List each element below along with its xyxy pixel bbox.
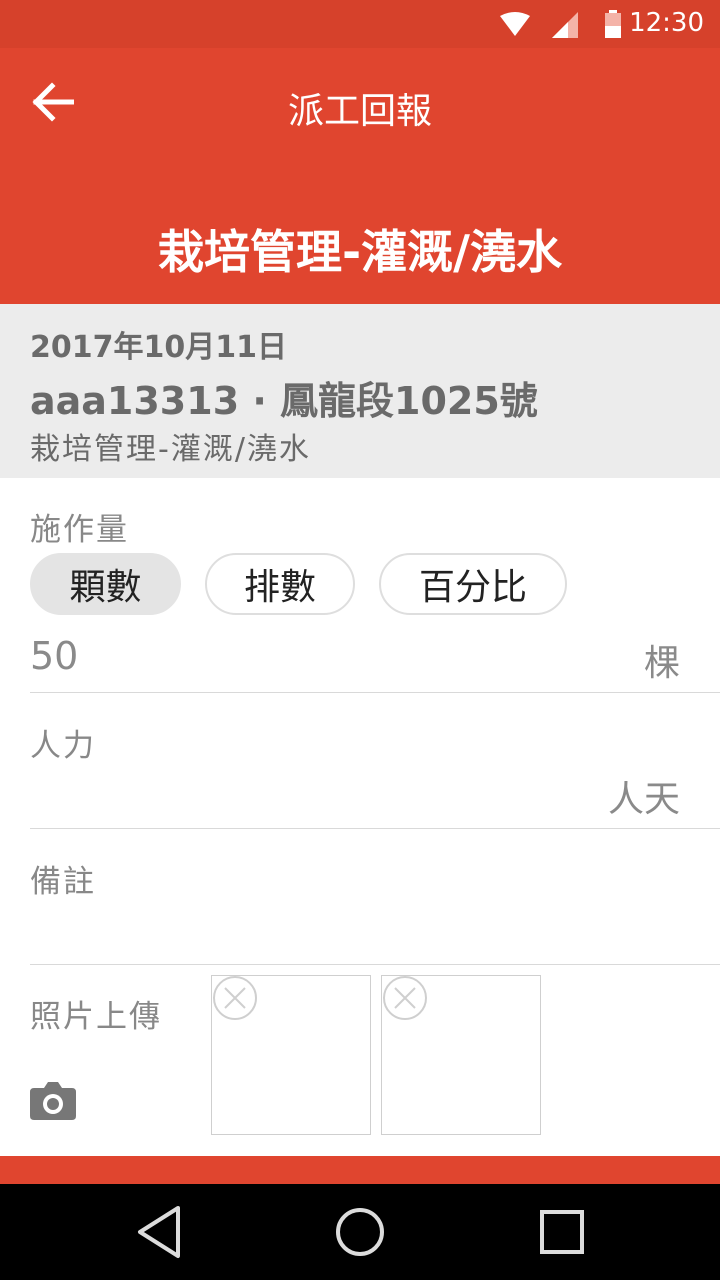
chip-count[interactable]: 顆數 [30,553,181,615]
photo-upload-label: 照片上傳 [30,999,162,1035]
submit-bar[interactable] [0,1156,720,1184]
labor-input[interactable] [30,766,670,822]
notes-input[interactable] [30,904,670,960]
task-title: 栽培管理-灌溉/澆水 [158,225,562,279]
battery-icon [604,10,622,42]
status-bar: 12:30 [0,0,720,48]
signal-icon [552,12,578,42]
nav-home-icon[interactable] [334,1204,386,1264]
chip-percentage[interactable]: 百分比 [379,553,567,615]
divider [30,964,720,965]
report-date: 2017年10月11日 [30,330,287,365]
close-circle-icon[interactable] [382,976,428,1026]
nav-back-icon[interactable] [136,1204,184,1264]
close-circle-icon[interactable] [212,976,258,1026]
labor-unit: 人天 [607,779,680,820]
status-time: 12:30 [629,8,704,38]
camera-icon [30,1082,76,1124]
camera-button[interactable] [30,1082,76,1124]
work-amount-unit: 棵 [643,643,680,684]
field-name: aaa13313 · 鳳龍段1025號 [30,379,538,423]
photo-slot[interactable] [381,975,541,1135]
work-amount-input[interactable]: 50 [30,634,78,678]
task-name: 栽培管理-灌溉/澆水 [30,432,311,467]
chip-rows[interactable]: 排數 [205,553,355,615]
navigation-bar [0,1184,720,1280]
work-amount-label: 施作量 [30,512,129,548]
notes-label: 備註 [30,864,96,900]
photo-slot[interactable] [211,975,371,1135]
page-title: 派工回報 [287,91,432,132]
labor-label: 人力 [30,728,96,764]
app-bar: 派工回報 栽培管理-灌溉/澆水 [0,48,720,304]
nav-recents-icon[interactable] [538,1204,586,1264]
wifi-icon [500,12,530,40]
divider [30,692,720,693]
info-card: 2017年10月11日 aaa13313 · 鳳龍段1025號 栽培管理-灌溉/… [0,304,720,478]
divider [30,828,720,829]
